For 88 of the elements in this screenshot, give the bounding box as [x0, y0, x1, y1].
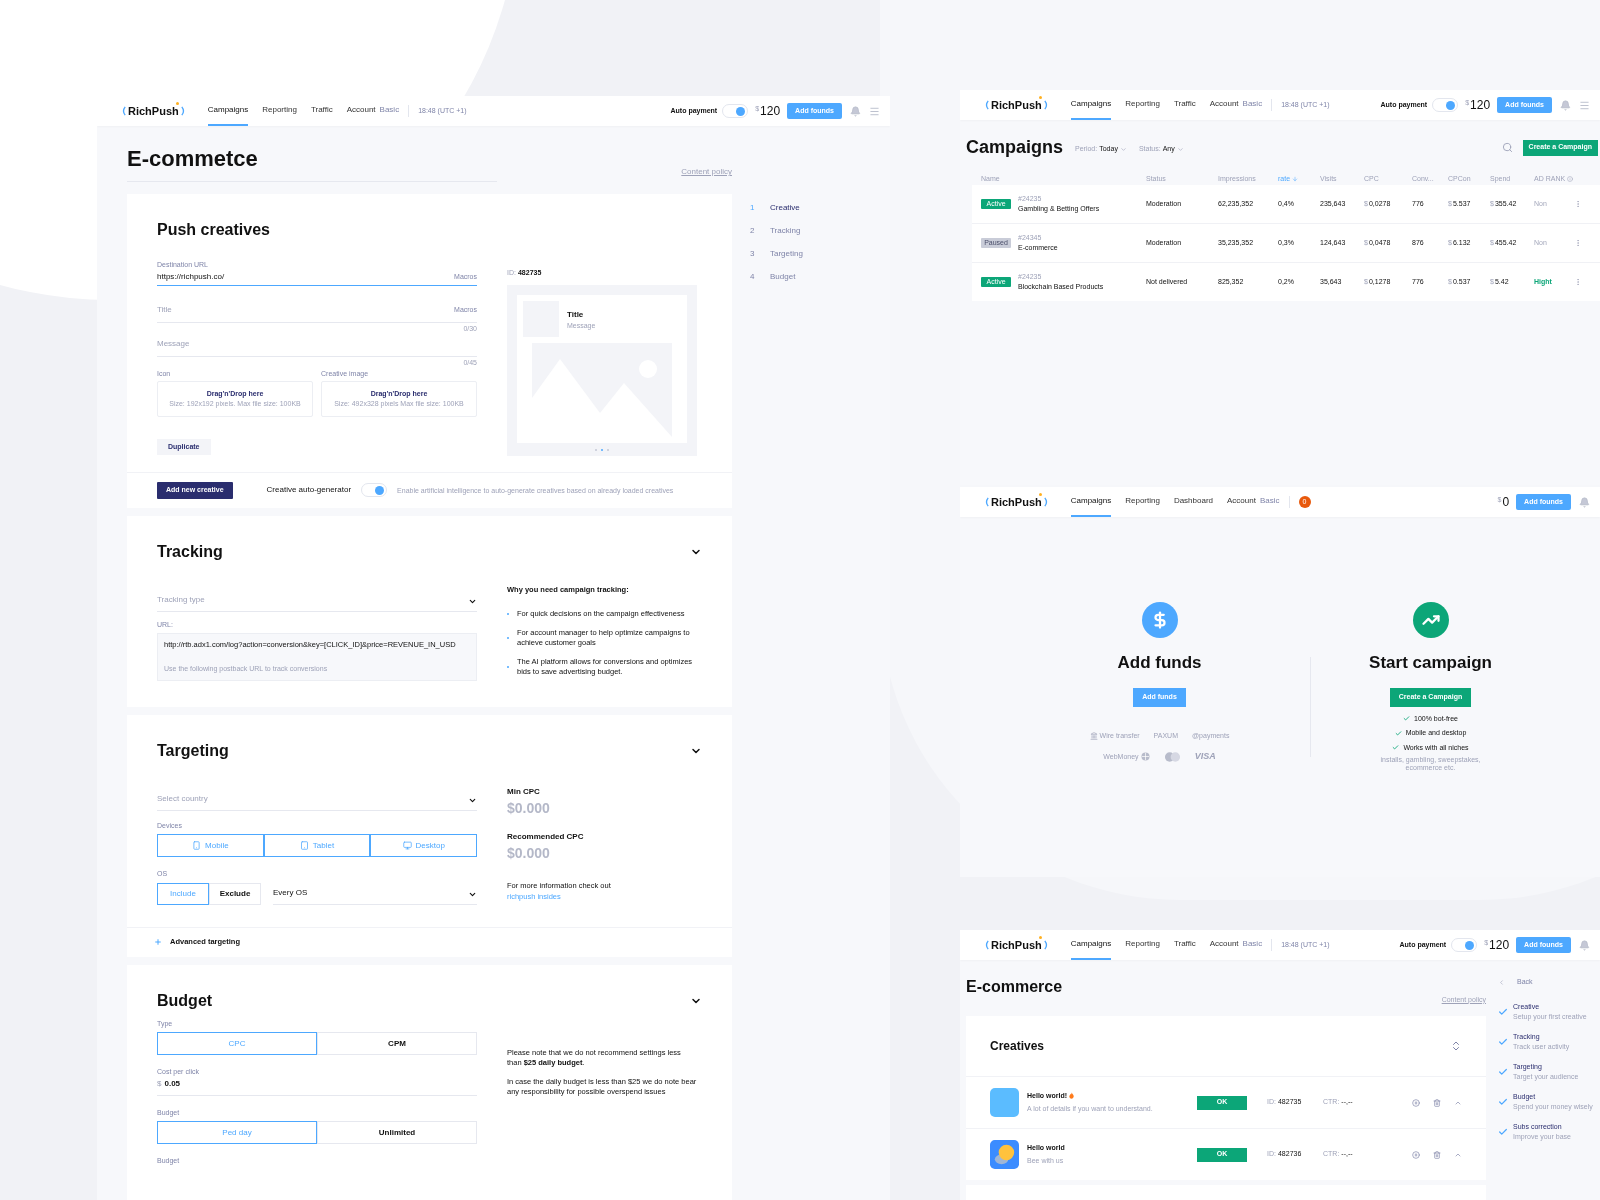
nav-tab[interactable]: Account — [1209, 90, 1239, 120]
logo[interactable]: RichPush — [984, 96, 1049, 114]
nav-tab[interactable]: Campaigns — [1070, 90, 1112, 120]
nav-tab[interactable]: Account — [1227, 487, 1256, 517]
phone-icon — [192, 841, 202, 850]
section-heading: Tracking — [157, 541, 223, 562]
step-item[interactable]: 4 Budget — [750, 271, 803, 283]
nav-tab[interactable]: Reporting — [1125, 90, 1160, 120]
info-icon — [1567, 176, 1574, 182]
pause-icon[interactable] — [1412, 1098, 1420, 1107]
nav-tab[interactable]: Traffic — [310, 96, 333, 126]
sort-arrow-icon — [1292, 176, 1299, 182]
nav-tab[interactable]: Dashboard — [1173, 487, 1214, 517]
plus-icon — [154, 938, 162, 946]
nav-tab[interactable]: Campaigns — [207, 96, 249, 126]
tablet-icon — [299, 841, 309, 850]
logo[interactable]: RichPush — [121, 102, 186, 120]
nav-tab[interactable]: Campaigns — [1070, 930, 1112, 960]
logo[interactable]: RichPush — [984, 936, 1049, 954]
plan-label: Basic — [1242, 937, 1263, 950]
recommended-cpc-label: Recommended CPC — [507, 830, 585, 843]
menu-icon[interactable] — [869, 105, 880, 117]
segment-option[interactable]: CPM — [317, 1032, 477, 1055]
step-item[interactable]: 2 Tracking — [750, 225, 803, 237]
segment-option[interactable]: Unlimited — [317, 1121, 477, 1144]
panel-title: Start campaign — [1369, 652, 1492, 674]
plan-label: Basic — [1259, 494, 1280, 507]
monitor-icon — [402, 841, 412, 850]
expand-collapse-icon[interactable] — [1450, 1039, 1462, 1053]
more-icon[interactable] — [1574, 278, 1582, 286]
step-item[interactable]: 1 Creative — [750, 202, 803, 214]
cost-per-click-field[interactable]: $ 0.05 — [157, 1077, 477, 1096]
carousel-dots[interactable] — [594, 447, 610, 452]
bell-icon[interactable] — [1560, 99, 1571, 111]
balance-amount: 120 — [760, 103, 781, 120]
toggle-switch[interactable] — [1432, 98, 1459, 112]
logo[interactable]: RichPush — [984, 493, 1049, 511]
caret-icon — [1176, 145, 1184, 153]
nav-tab[interactable]: Account — [346, 96, 376, 126]
nav-tab[interactable]: Reporting — [262, 96, 297, 126]
recommended-cpc-value: $0.000 — [507, 843, 551, 863]
balance-amount: 120 — [1470, 97, 1491, 114]
section-heading: Budget — [157, 990, 213, 1011]
os-dropdown[interactable]: Every OS — [273, 886, 477, 905]
bell-icon[interactable] — [850, 105, 861, 117]
card-logo-icon — [1163, 751, 1181, 762]
nav-tab[interactable]: Account — [1209, 930, 1239, 960]
chat-bubble-icon — [990, 1140, 1019, 1169]
trash-icon[interactable] — [1433, 1098, 1441, 1107]
min-cpc-label: Min CPC — [507, 785, 541, 798]
search-icon[interactable] — [1501, 142, 1513, 153]
app-icon — [990, 1088, 1019, 1117]
section-heading: Creatives — [990, 1038, 1045, 1055]
toggle-switch[interactable] — [361, 483, 388, 497]
section-heading: Targeting — [157, 740, 229, 761]
section-heading: Push creatives — [157, 220, 271, 240]
trash-icon[interactable] — [1433, 1150, 1441, 1159]
nav-tab[interactable]: Campaigns — [1070, 487, 1112, 517]
min-cpc-value: $0.000 — [507, 798, 551, 818]
bell-icon[interactable] — [1579, 939, 1590, 951]
toggle-switch[interactable] — [1451, 938, 1478, 952]
auto-generator-label: Creative auto-generator — [266, 484, 352, 496]
nav-tab[interactable]: Reporting — [1125, 930, 1160, 960]
more-icon[interactable] — [1574, 200, 1582, 208]
pause-icon[interactable] — [1412, 1150, 1420, 1159]
balance-amount: 0 — [1502, 494, 1510, 511]
nav-tab[interactable]: Traffic — [1173, 90, 1196, 120]
bank-icon — [1089, 731, 1098, 740]
menu-icon[interactable] — [1579, 99, 1590, 111]
nav-tab[interactable]: Traffic — [1173, 930, 1196, 960]
plan-label: Basic — [1242, 97, 1263, 110]
bell-icon[interactable] — [1579, 496, 1590, 508]
balance-amount: 120 — [1489, 937, 1510, 954]
segment-option[interactable]: Exclude — [209, 882, 261, 905]
globe-icon — [1140, 752, 1150, 762]
caret-icon — [1119, 145, 1127, 153]
toggle-switch[interactable] — [722, 104, 749, 118]
preview-title: Title — [567, 308, 585, 321]
more-icon[interactable] — [1574, 239, 1582, 247]
plan-label: Basic — [379, 103, 400, 116]
back-icon[interactable] — [1498, 978, 1505, 986]
panel-title: Add funds — [1117, 652, 1202, 674]
step-item[interactable]: 3 Targeting — [750, 248, 803, 260]
payment-method: VISA — [1194, 750, 1216, 763]
page-title: Campaigns — [966, 136, 1064, 159]
nav-tab[interactable]: Reporting — [1125, 487, 1160, 517]
page-title: E-commetce — [127, 142, 497, 182]
page-title: E-commerce — [966, 977, 1063, 997]
